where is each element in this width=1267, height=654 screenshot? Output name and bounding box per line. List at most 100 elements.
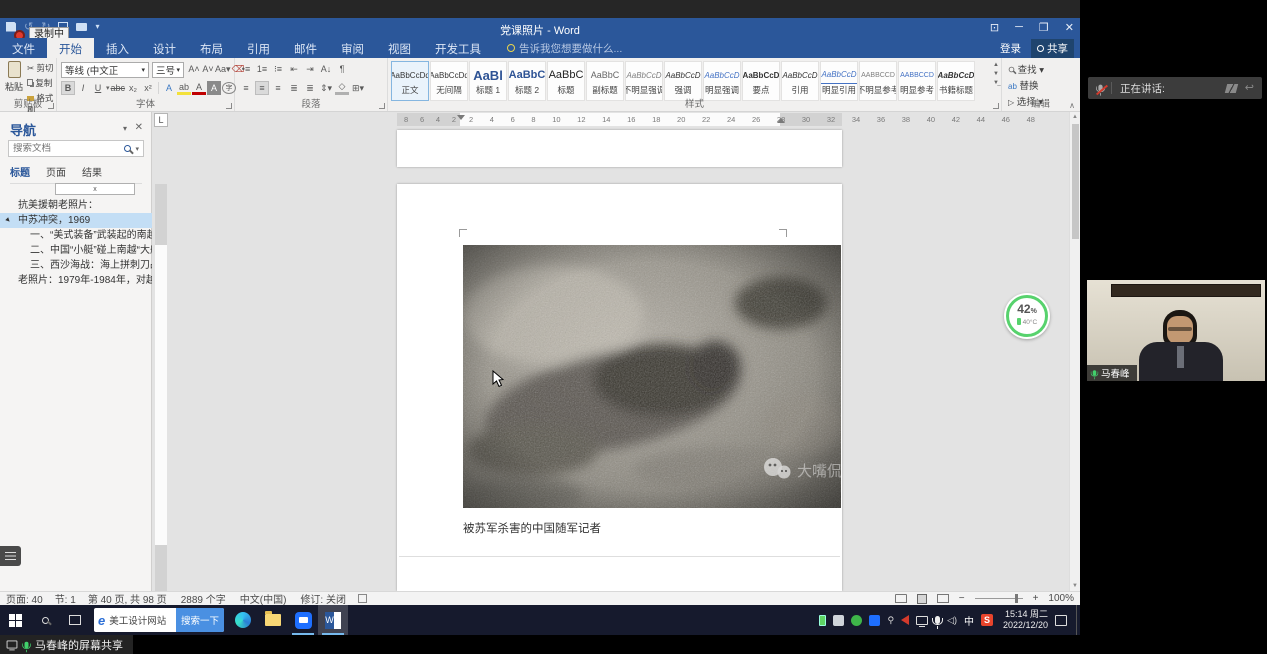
change-case-button[interactable]: Aa▾ [215, 62, 231, 76]
status-page-of[interactable]: 第 40 页, 共 98 页 [88, 591, 167, 606]
search-options-icon[interactable]: ▾ [135, 145, 139, 153]
zoom-level[interactable]: 100% [1048, 593, 1074, 604]
muted-mic-icon[interactable] [1098, 84, 1103, 92]
search-go-button[interactable]: 搜索一下 [176, 608, 224, 632]
nav-heading-item[interactable]: 一、“美式装备”武装起的南越... [0, 228, 152, 243]
paragraph-dialog-launcher[interactable] [379, 103, 385, 109]
battery-badge[interactable]: 42% 40°C [1004, 293, 1050, 339]
page-previous-bottom[interactable] [397, 130, 842, 167]
multilevel-list-button[interactable]: ⁝≡ [271, 62, 285, 76]
edge-icon[interactable] [228, 605, 258, 635]
style-chip[interactable]: AaBbCcDd无间隔 [430, 61, 468, 101]
style-chip[interactable]: AABBCCD不明显参考 [859, 61, 897, 101]
web-layout-icon[interactable] [937, 594, 949, 603]
styles-dialog-launcher[interactable] [993, 103, 999, 109]
notification-center-icon[interactable] [1055, 615, 1067, 626]
nav-close-icon[interactable]: ✕ [135, 122, 143, 133]
tab-layout[interactable]: 布局 [188, 38, 235, 58]
player-tray-icon[interactable] [901, 615, 909, 625]
distribute-button[interactable]: ≣ [303, 81, 317, 95]
scroll-up-icon[interactable]: ▲ [1072, 114, 1078, 120]
superscript-button[interactable]: x² [141, 81, 155, 95]
style-chip[interactable]: AaBbCcD要点 [742, 61, 780, 101]
borders-button[interactable]: ⊞▾ [351, 81, 365, 95]
style-chip[interactable]: AaBbCcDd正文 [391, 61, 429, 101]
style-chip[interactable]: AaBbCcD明显引用 [820, 61, 858, 101]
copy-button[interactable]: 复制 [27, 77, 56, 89]
ribbon-display-options-icon[interactable]: ⊡ [990, 21, 999, 34]
font-dialog-launcher[interactable] [226, 103, 232, 109]
replace-button[interactable]: ab 替换 [1008, 78, 1044, 92]
layout-icon[interactable] [1225, 84, 1238, 93]
zoom-out-button[interactable]: − [959, 593, 965, 604]
status-wordcount[interactable]: 2889 个字 [181, 591, 226, 606]
print-layout-icon[interactable] [917, 594, 927, 604]
nav-tab-pages[interactable]: 页面 [46, 164, 66, 179]
clock[interactable]: 15:14 周二2022/12/20 [1003, 609, 1048, 632]
nav-tab-headings[interactable]: 标题 [10, 164, 30, 179]
document-photo[interactable]: 大嘴侃 [463, 245, 841, 508]
input-method-tray-icon[interactable] [833, 615, 844, 626]
tab-mailings[interactable]: 邮件 [282, 38, 329, 58]
file-explorer-icon[interactable] [258, 605, 288, 635]
nav-heading-item[interactable]: 三、西沙海战：海上拼刺刀战... [0, 258, 152, 273]
sort-button[interactable]: A↓ [319, 62, 333, 76]
tab-file[interactable]: 文件 [0, 38, 47, 58]
meeting-app-icon[interactable] [288, 605, 318, 635]
tab-home[interactable]: 开始 [47, 38, 94, 58]
style-chip[interactable]: AaBbCcD书籍标题 [937, 61, 975, 101]
nav-heading-item[interactable]: 老照片：1979年-1984年，对越自... [0, 273, 152, 288]
zoom-slider[interactable] [975, 598, 1023, 599]
decrease-indent-button[interactable]: ⇤ [287, 62, 301, 76]
style-chip[interactable]: AABBCCD明显参考 [898, 61, 936, 101]
char-shading-button[interactable]: A [207, 81, 221, 95]
speaker-tray-icon[interactable]: ◁) [947, 615, 957, 626]
justify-button[interactable]: ≣ [287, 81, 301, 95]
meeting-tray-icon[interactable] [869, 615, 880, 626]
zoom-in-button[interactable]: + [1033, 593, 1039, 604]
nav-heading-empty-box[interactable]: x [55, 183, 135, 195]
status-language[interactable]: 中文(中国) [240, 591, 287, 606]
battery-tray-icon[interactable] [819, 615, 826, 626]
nav-tab-results[interactable]: 结果 [82, 164, 102, 179]
font-color-button[interactable]: A [192, 81, 206, 95]
nav-heading-item-selected[interactable]: ▼中苏冲突，1969 [0, 213, 152, 228]
tell-me-box[interactable]: 告诉我您想要做什么... [519, 41, 622, 56]
start-button[interactable] [0, 605, 30, 635]
italic-button[interactable]: I [76, 81, 90, 95]
status-section[interactable]: 节: 1 [55, 591, 76, 606]
style-chip[interactable]: AaBbC标题 2 [508, 61, 546, 101]
collapse-ribbon-icon[interactable]: ∧ [1069, 101, 1075, 110]
tab-view[interactable]: 视图 [376, 38, 423, 58]
style-chip[interactable]: AaBbC标题 [547, 61, 585, 101]
sign-in-button[interactable]: 登录 [1000, 41, 1021, 56]
tab-review[interactable]: 审阅 [329, 38, 376, 58]
nav-search-box[interactable]: ▾ [8, 140, 144, 157]
taskbar-search-box[interactable]: e 美工设计网站 搜索一下 [94, 608, 224, 632]
scrollbar-thumb[interactable] [1072, 124, 1079, 239]
restore-button[interactable]: ❐ [1039, 21, 1049, 34]
style-chip[interactable]: AaBbCcD明显强调 [703, 61, 741, 101]
nav-heading-item[interactable]: 抗美援朝老照片： [0, 198, 152, 213]
minimize-button[interactable]: ─ [1015, 21, 1023, 34]
subscript-button[interactable]: x₂ [126, 81, 140, 95]
scroll-down-icon[interactable]: ▼ [1072, 583, 1078, 589]
indent-marker-right[interactable] [777, 118, 785, 123]
gallery-more-icon[interactable]: ▼̲ [993, 80, 999, 86]
microphone-tray-icon[interactable] [935, 616, 940, 624]
bullets-button[interactable]: •≡ [239, 62, 253, 76]
highlight-color-button[interactable]: ab [177, 81, 191, 95]
increase-indent-button[interactable]: ⇥ [303, 62, 317, 76]
status-page[interactable]: 页面: 40 [6, 591, 43, 606]
task-view-button[interactable] [60, 605, 90, 635]
grow-font-button[interactable]: A˄ [187, 62, 201, 76]
nav-heading-item[interactable]: 二、中国“小艇”碰上南越“大舰” [0, 243, 152, 258]
font-name-select[interactable]: 等线 (中文正▾ [61, 62, 149, 78]
shading-button[interactable]: ◇ [335, 81, 349, 95]
strikethrough-button[interactable]: abc [111, 81, 126, 95]
font-size-select[interactable]: 三号▾ [152, 62, 184, 78]
tab-references[interactable]: 引用 [235, 38, 282, 58]
return-arrow-icon[interactable]: ↩ [1245, 84, 1254, 93]
bold-button[interactable]: B [61, 81, 75, 95]
sogou-tray-icon[interactable]: S [981, 614, 993, 626]
